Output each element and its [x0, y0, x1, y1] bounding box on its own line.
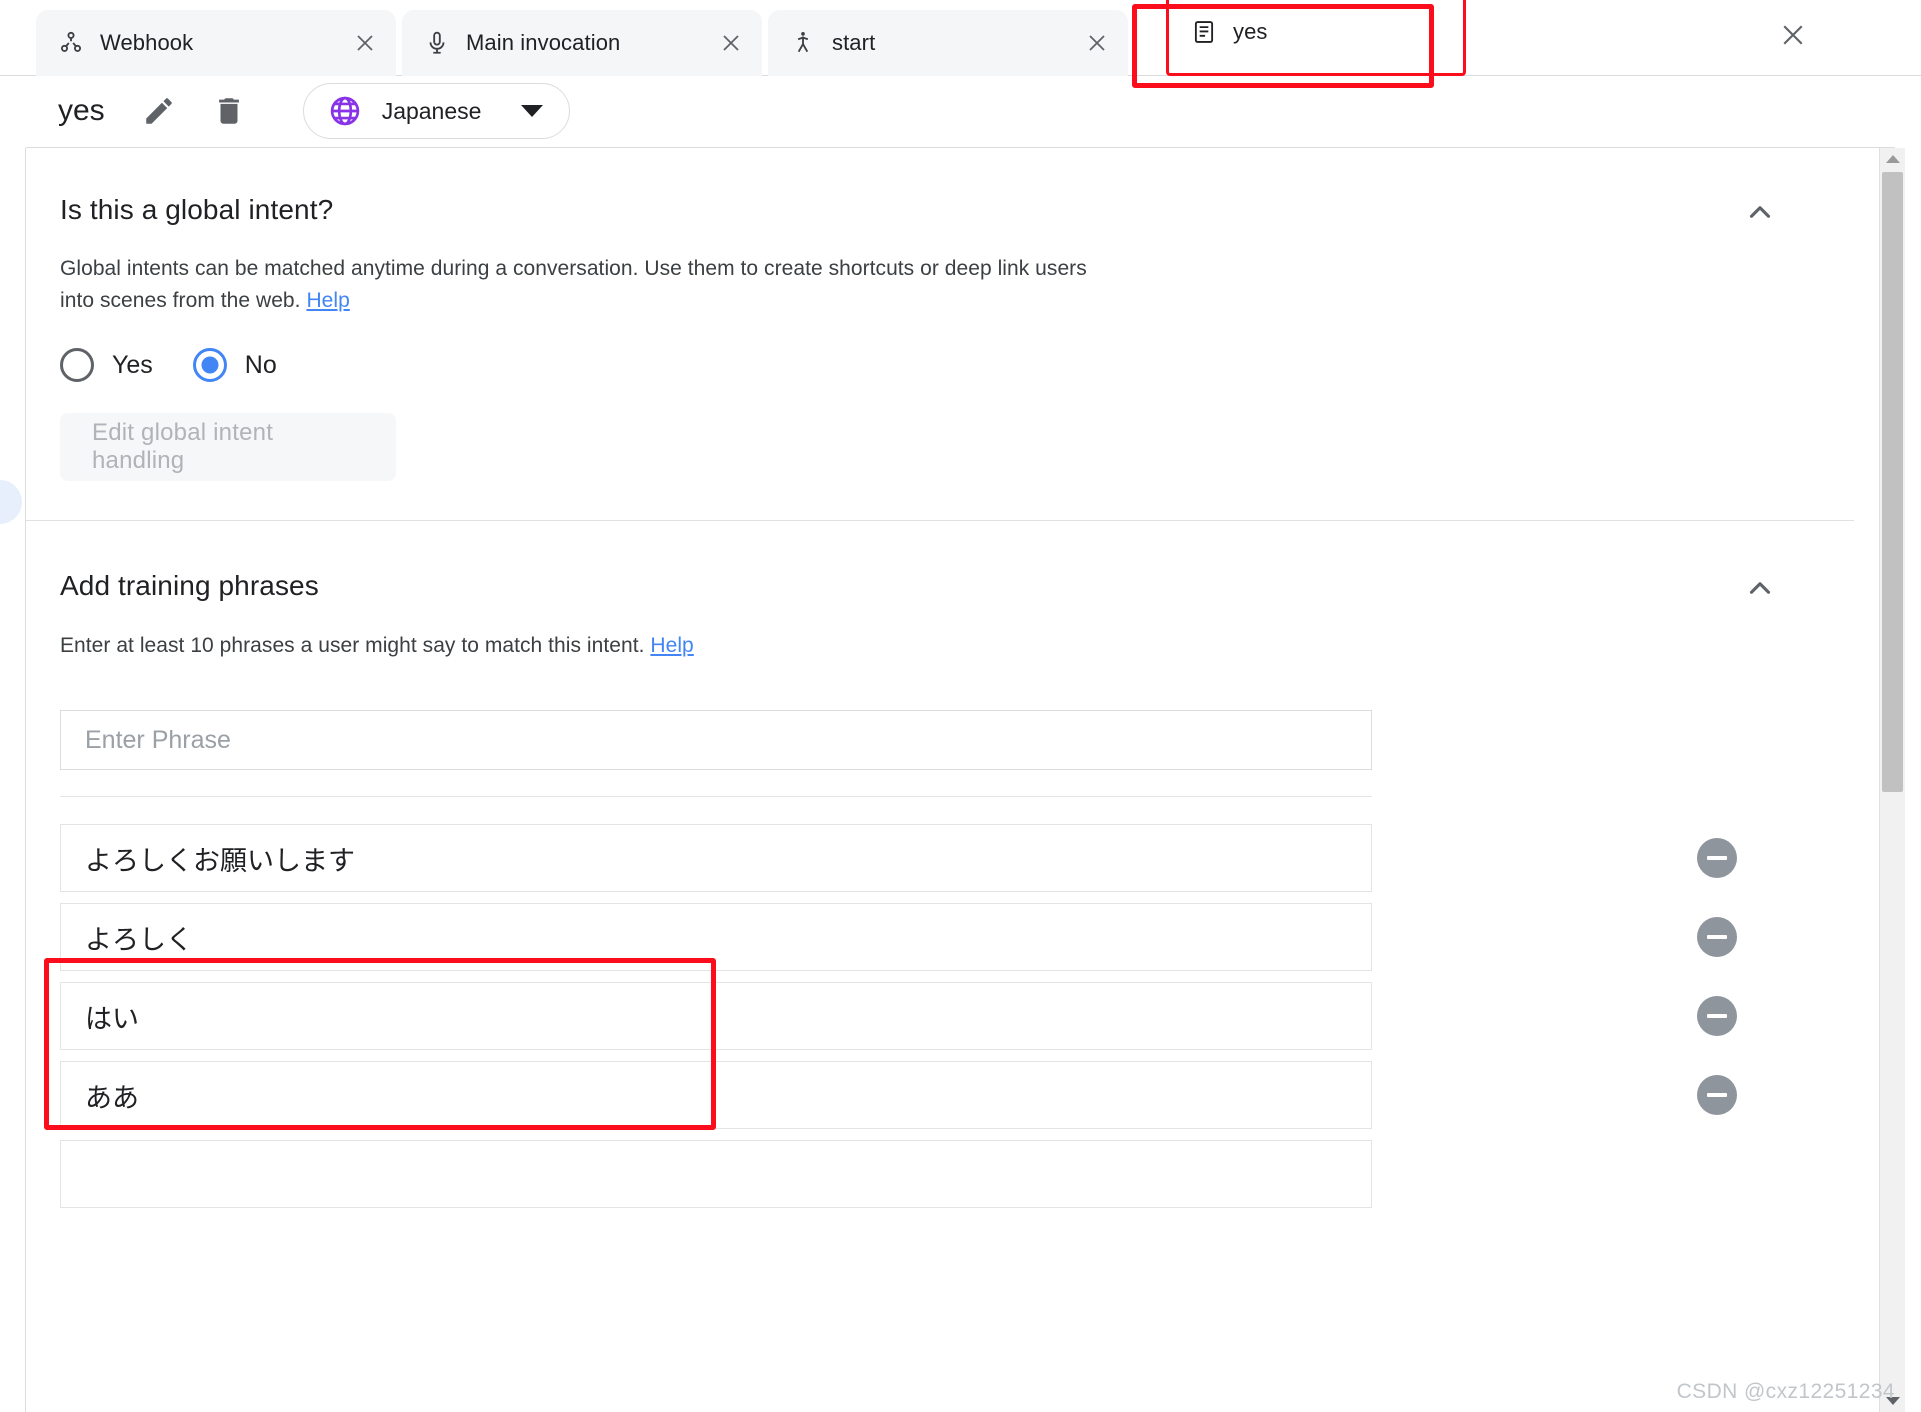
global-intent-radio-group: Yes No	[60, 348, 317, 382]
language-selector[interactable]: Japanese	[303, 83, 571, 139]
global-intent-help-link[interactable]: Help	[306, 289, 349, 312]
radio-yes-label: Yes	[112, 351, 153, 380]
phrase-text: ああ	[85, 1076, 139, 1115]
radio-yes[interactable]	[60, 348, 94, 382]
phrase-text: よろしくお願いします	[85, 839, 355, 878]
globe-icon	[328, 94, 362, 128]
section-divider	[26, 520, 1854, 521]
training-phrases-help-link[interactable]: Help	[650, 634, 693, 657]
left-edge-decoration	[0, 480, 22, 524]
intent-detail-pane: Is this a global intent? Global intents …	[26, 148, 1878, 1412]
tab-label: Main invocation	[466, 30, 620, 56]
microphone-icon	[424, 30, 450, 56]
chevron-up-icon[interactable]	[1738, 566, 1782, 610]
tab-bar: Webhook Main invocation star	[0, 0, 1921, 76]
tab-label: Webhook	[100, 30, 193, 56]
trash-icon[interactable]	[211, 93, 247, 129]
phrase-list-top-rule	[60, 796, 1372, 797]
tab-main-invocation[interactable]: Main invocation	[402, 10, 762, 76]
enter-phrase-input[interactable]: Enter Phrase	[60, 710, 1372, 770]
tab-webhook[interactable]: Webhook	[36, 10, 396, 76]
global-intent-title: Is this a global intent?	[60, 194, 333, 226]
phrase-row-input[interactable]	[60, 1140, 1372, 1208]
close-icon[interactable]	[348, 26, 382, 60]
close-icon-active-tab[interactable]	[1776, 18, 1810, 52]
webhook-icon	[58, 30, 84, 56]
minus-circle-icon[interactable]	[1697, 1075, 1737, 1115]
chevron-down-icon	[521, 105, 543, 117]
language-label: Japanese	[382, 98, 482, 125]
minus-circle-icon[interactable]	[1697, 917, 1737, 957]
close-icon[interactable]	[714, 26, 748, 60]
scroll-up-arrow-icon[interactable]	[1880, 148, 1905, 170]
radio-no[interactable]	[193, 348, 227, 382]
global-intent-description: Global intents can be matched anytime du…	[60, 253, 1120, 317]
scene-start-icon	[790, 30, 816, 56]
scrollbar-thumb[interactable]	[1882, 172, 1903, 792]
phrase-row-input[interactable]: よろしく	[60, 903, 1372, 971]
minus-circle-icon[interactable]	[1697, 996, 1737, 1036]
chevron-up-icon[interactable]	[1738, 190, 1782, 234]
edit-global-intent-handling-button: Edit global intent handling	[60, 413, 396, 481]
phrase-text: よろしく	[85, 918, 193, 957]
intent-header: yes Japanese	[0, 76, 1921, 146]
training-phrases-description: Enter at least 10 phrases a user might s…	[60, 630, 1160, 662]
phrase-row-input[interactable]: はい	[60, 982, 1372, 1050]
vertical-scrollbar[interactable]	[1879, 148, 1905, 1412]
global-intent-description-line2: scenes from the web.	[100, 289, 301, 312]
tab-label: start	[832, 30, 875, 56]
pencil-icon[interactable]	[141, 93, 177, 129]
close-icon[interactable]	[1080, 26, 1114, 60]
watermark: CSDN @cxz12251234	[1677, 1380, 1895, 1404]
tab-yes[interactable]: yes	[1166, 0, 1466, 76]
phrase-text: はい	[85, 997, 139, 1036]
page-title: yes	[58, 96, 105, 126]
minus-circle-icon[interactable]	[1697, 838, 1737, 878]
training-phrases-title: Add training phrases	[60, 570, 319, 602]
training-phrases-description-text: Enter at least 10 phrases a user might s…	[60, 634, 645, 657]
radio-no-label: No	[245, 351, 277, 380]
intent-list-icon	[1191, 19, 1217, 45]
tab-label: yes	[1233, 19, 1268, 45]
tab-start[interactable]: start	[768, 10, 1128, 76]
phrase-row-input[interactable]: よろしくお願いします	[60, 824, 1372, 892]
phrase-row-input[interactable]: ああ	[60, 1061, 1372, 1129]
